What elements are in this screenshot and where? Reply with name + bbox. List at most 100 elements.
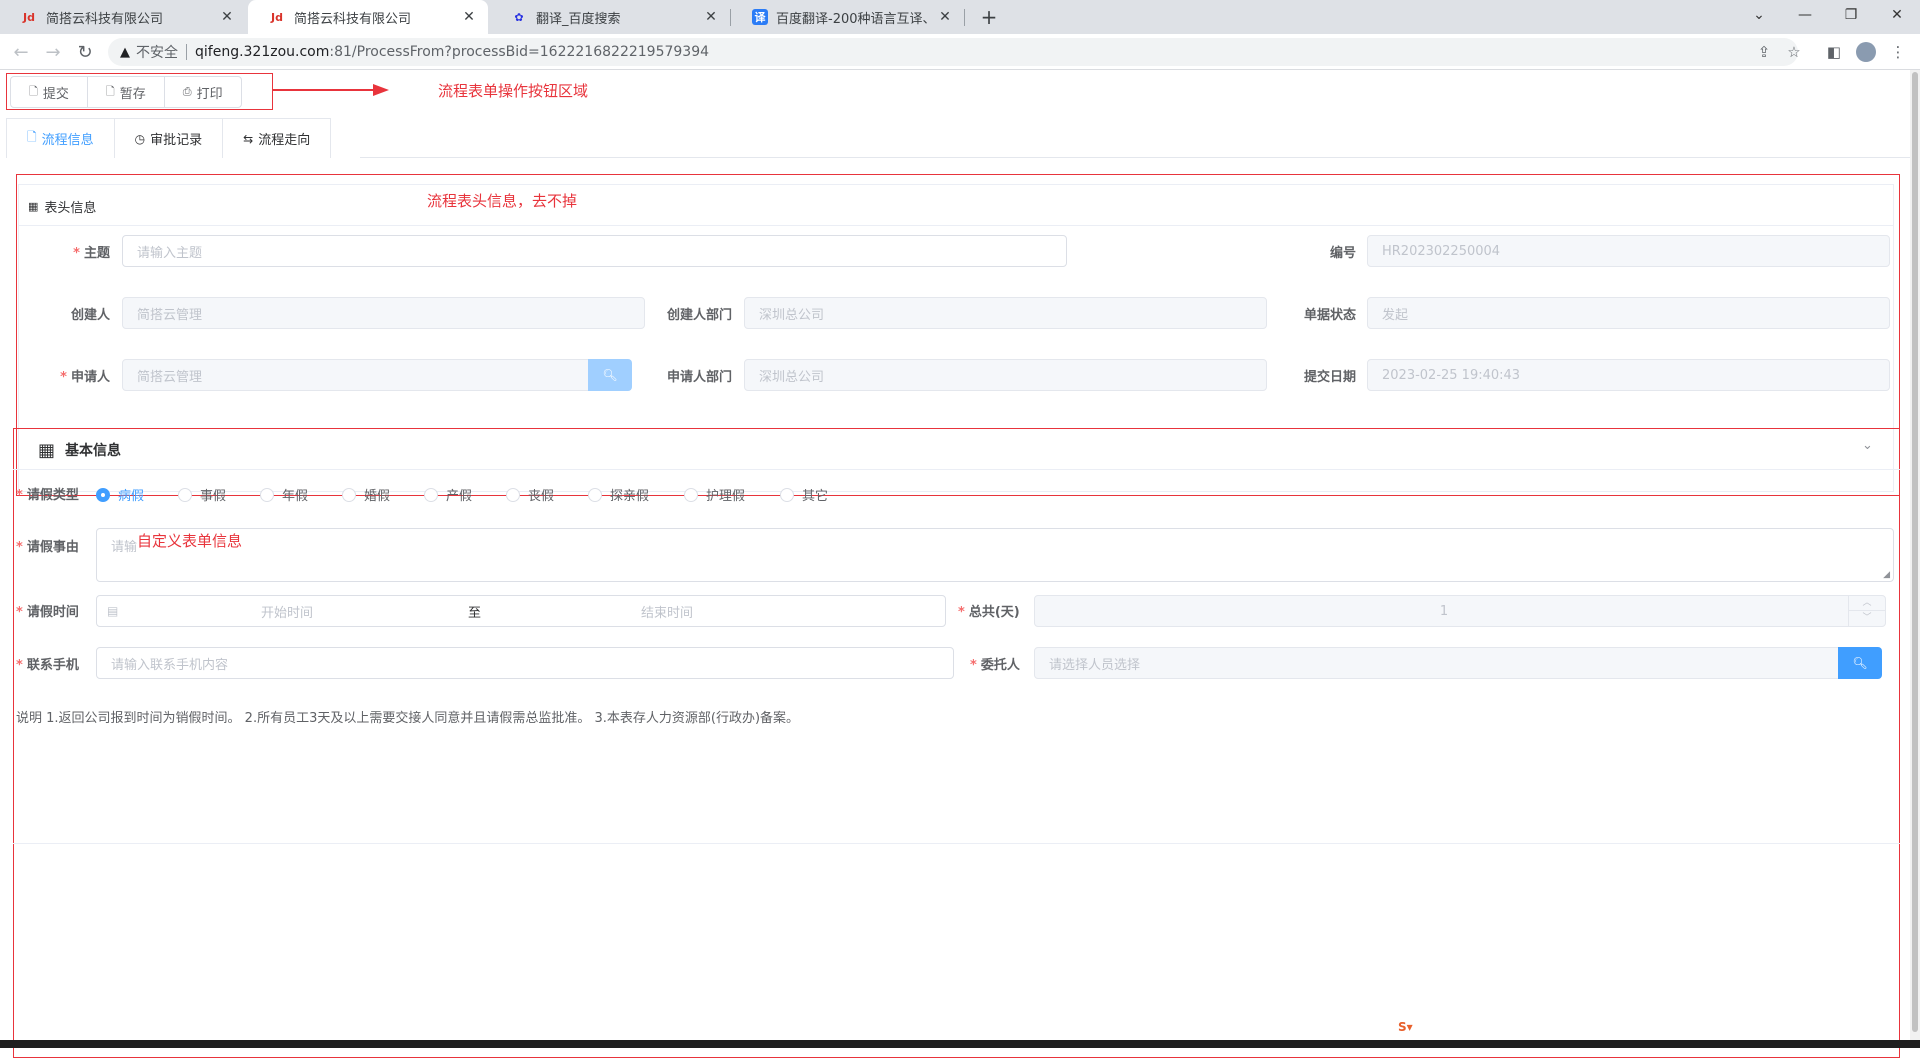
tab-separator (730, 9, 731, 26)
radio-dot (424, 487, 438, 502)
close-icon[interactable]: ✕ (702, 9, 720, 25)
radio-sick-leave[interactable]: 病假 (96, 485, 144, 504)
side-panel-icon[interactable]: ◧ (1820, 34, 1848, 70)
chevron-down-icon[interactable]: ﹀ (1849, 611, 1885, 626)
creator-field: 简搭云管理 (122, 297, 645, 329)
collapse-chevron-icon[interactable]: ⌄ (1862, 438, 1873, 453)
delegate-field[interactable]: 请选择人员选择 (1034, 647, 1840, 679)
document-icon: 🗋 (27, 130, 37, 144)
radio-personal-leave[interactable]: 事假 (178, 485, 226, 504)
avatar[interactable] (1852, 34, 1880, 70)
radio-maternity-leave[interactable]: 产假 (424, 485, 472, 504)
star-icon[interactable]: ☆ (1780, 34, 1808, 70)
reload-icon[interactable]: ↻ (70, 34, 100, 70)
submit-date-field: 2023-02-25 19:40:43 (1367, 359, 1890, 391)
browser-tab-title: 简搭云科技有限公司 (46, 11, 164, 27)
browser-tab-strip: Jd 简搭云科技有限公司 ✕ Jd 简搭云科技有限公司 ✕ ✿ 翻译_百度搜索 … (0, 0, 1920, 34)
radio-annual-leave[interactable]: 年假 (260, 485, 308, 504)
radio-dot (588, 487, 602, 502)
radio-dot (506, 487, 520, 502)
start-time-input[interactable]: 开始时间 (97, 602, 477, 621)
subject-label: * 主题 (73, 246, 110, 261)
applicant-search-button[interactable]: 🔍︎ (588, 359, 632, 391)
back-arrow-icon[interactable]: ← (6, 34, 36, 70)
browser-tab-1[interactable]: Jd 简搭云科技有限公司 ✕ (0, 0, 246, 34)
date-range-picker[interactable]: ▤ 开始时间 至 结束时间 (96, 595, 946, 627)
radio-dot (260, 487, 274, 502)
reason-label: * 请假事由 (16, 540, 79, 555)
flow-icon: ⇆ (243, 131, 254, 146)
tab-process-info[interactable]: 🗋 流程信息 (6, 118, 115, 158)
tab-process-flow[interactable]: ⇆ 流程走向 (222, 118, 332, 158)
reason-textarea[interactable]: 请输 ◢ (96, 528, 1894, 582)
phone-label: * 联系手机 (16, 658, 79, 673)
forward-arrow-icon[interactable]: → (38, 34, 68, 70)
tab-approval-records[interactable]: ◷ 审批记录 (113, 118, 224, 158)
radio-other-leave[interactable]: 其它 (780, 485, 828, 504)
section-title: 基本信息 (65, 443, 122, 459)
window-close-icon[interactable]: ✕ (1874, 0, 1920, 30)
form-tabs: 🗋 流程信息 ◷ 审批记录 ⇆ 流程走向 (6, 118, 332, 158)
new-tab-button[interactable]: + (976, 4, 1002, 30)
url-bar[interactable]: ▲ 不安全 qifeng.321zou.com:81/ProcessFrom?p… (108, 38, 1798, 66)
radio-bereavement-leave[interactable]: 丧假 (506, 485, 554, 504)
share-icon[interactable]: ⇪ (1750, 34, 1778, 70)
search-icon: 🔍︎ (602, 368, 618, 382)
creator-dept-label: 创建人部门 (666, 308, 732, 323)
annotation-custom-note: 自定义表单信息 (137, 532, 243, 550)
subject-input[interactable]: 请输入主题 (122, 235, 1067, 267)
number-label: 编号 (1329, 246, 1356, 261)
search-icon: 🔍︎ (1852, 656, 1868, 670)
browser-tab-3[interactable]: ✿ 翻译_百度搜索 ✕ (490, 0, 730, 34)
chevron-up-icon[interactable]: ︿ (1849, 596, 1885, 611)
page-scrollbar[interactable] (1910, 70, 1920, 1040)
creator-dept-field: 深圳总公司 (744, 297, 1267, 329)
radio-family-visit-leave[interactable]: 探亲假 (588, 485, 649, 504)
browser-tab-4[interactable]: 译 百度翻译-200种语言互译、沟通全 ✕ (732, 0, 964, 34)
annotation-toolbar-box (6, 73, 273, 110)
warning-icon: ▲ (120, 44, 130, 60)
browser-tab-title: 翻译_百度搜索 (536, 11, 621, 27)
end-time-input[interactable]: 结束时间 (477, 602, 857, 621)
delegate-search-button[interactable]: 🔍︎ (1838, 647, 1882, 679)
grid-icon: ▦ (38, 439, 56, 461)
tab-label: 审批记录 (150, 133, 203, 148)
number-stepper[interactable]: ︿ ﹀ (1848, 595, 1886, 627)
security-label: 不安全 (136, 45, 178, 61)
radio-dot (178, 487, 192, 502)
radio-nursing-leave[interactable]: 护理假 (684, 485, 745, 504)
url-host: qifeng.321zou.com (195, 44, 330, 60)
radio-dot (684, 487, 698, 502)
tab-label: 流程信息 (41, 133, 94, 148)
tab-search-icon[interactable]: ⌄ (1736, 0, 1782, 30)
browser-tab-title: 简搭云科技有限公司 (294, 11, 412, 27)
browser-tab-title: 百度翻译-200种语言互译、沟通全 (776, 11, 936, 27)
close-icon[interactable]: ✕ (460, 9, 478, 25)
radio-marriage-leave[interactable]: 婚假 (342, 485, 390, 504)
close-icon[interactable]: ✕ (218, 9, 236, 25)
minimize-icon[interactable]: — (1782, 0, 1828, 30)
resize-handle-icon[interactable]: ◢ (1883, 570, 1890, 580)
radio-dot (342, 487, 356, 502)
close-icon[interactable]: ✕ (936, 9, 954, 25)
form-note: 说明 1.返回公司报到时间为销假时间。 2.所有员工3天及以上需要交接人同意并且… (16, 711, 800, 726)
baidu-paw-icon: ✿ (514, 10, 524, 24)
page-content: 🗋 提交 🗋 暂存 ⎙ 打印 流程表单操作按钮区域 🗋 流程信息 ◷ 审批记录 … (0, 70, 1910, 1058)
applicant-label: * 申请人 (60, 370, 110, 385)
phone-input[interactable]: 请输入联系手机内容 (96, 647, 954, 679)
jd-logo-icon: Jd (23, 10, 35, 24)
menu-kebab-icon[interactable]: ⋮ (1884, 34, 1912, 70)
browser-tab-2[interactable]: Jd 简搭云科技有限公司 ✕ (248, 0, 488, 34)
clock-icon: ◷ (134, 131, 146, 146)
scrollbar-thumb[interactable] (1912, 72, 1918, 1032)
section-divider (13, 469, 1900, 470)
creator-label: 创建人 (70, 308, 110, 323)
taskbar-strip (0, 1040, 1920, 1048)
leave-type-label: * 请假类型 (16, 488, 79, 503)
leave-time-label: * 请假时间 (16, 605, 79, 620)
ime-toolbar-icon[interactable]: S▾ (1398, 1020, 1413, 1034)
restore-icon[interactable]: ❐ (1828, 0, 1874, 30)
applicant-dept-label: 申请人部门 (666, 370, 732, 385)
applicant-dept-field: 深圳总公司 (744, 359, 1267, 391)
tab-label: 流程走向 (258, 133, 311, 148)
